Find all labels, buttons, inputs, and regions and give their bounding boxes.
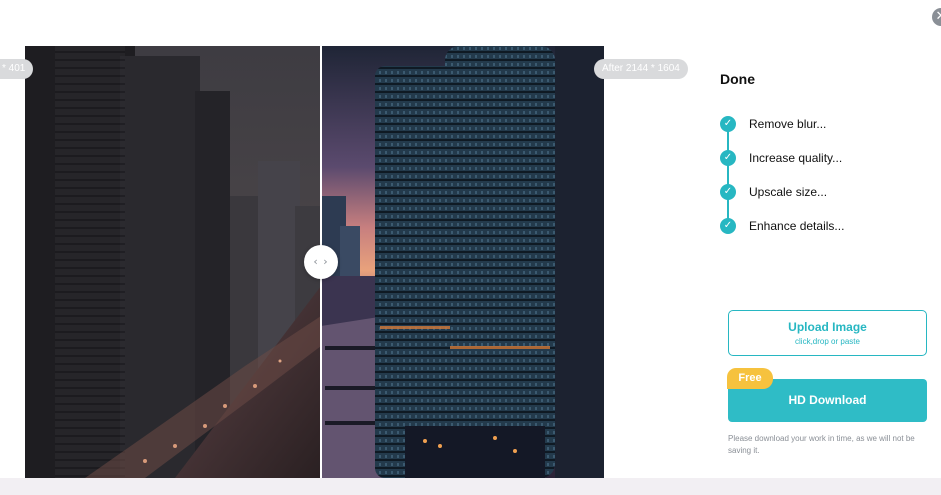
status-title: Done — [720, 71, 755, 87]
free-badge: Free — [727, 368, 773, 389]
step-item: ✓ Upscale size... — [720, 184, 844, 218]
step-item: ✓ Increase quality... — [720, 150, 844, 184]
top-bar: ✕ — [0, 0, 941, 46]
step-label: Increase quality... — [749, 151, 843, 165]
upload-button-title: Upload Image — [788, 320, 867, 334]
comparison-stage: * 401 After 2144 * 1604 — [0, 46, 697, 478]
save-notice: Please download your work in time, as we… — [728, 434, 915, 455]
upload-image-button[interactable]: Upload Image click,drop or paste — [728, 310, 927, 356]
step-item: ✓ Remove blur... — [720, 116, 844, 150]
upload-button-subtitle: click,drop or paste — [795, 337, 860, 346]
check-icon: ✓ — [720, 184, 736, 200]
result-panel: Done ✓ Remove blur... ✓ Increase quality… — [697, 46, 941, 478]
step-item: ✓ Enhance details... — [720, 218, 844, 252]
check-icon: ✓ — [720, 150, 736, 166]
after-size-label: After 2144 * 1604 — [594, 59, 688, 79]
step-label: Remove blur... — [749, 117, 827, 131]
step-label: Upscale size... — [749, 185, 828, 199]
check-icon: ✓ — [720, 218, 736, 234]
step-label: Enhance details... — [749, 219, 845, 233]
progress-steps: ✓ Remove blur... ✓ Increase quality... ✓… — [720, 116, 844, 252]
split-arrows-icon[interactable]: ‹ › — [304, 245, 338, 279]
check-icon: ✓ — [720, 116, 736, 132]
bottom-strip — [0, 478, 941, 495]
before-size-label: * 401 — [0, 59, 34, 79]
close-icon[interactable]: ✕ — [932, 8, 941, 26]
